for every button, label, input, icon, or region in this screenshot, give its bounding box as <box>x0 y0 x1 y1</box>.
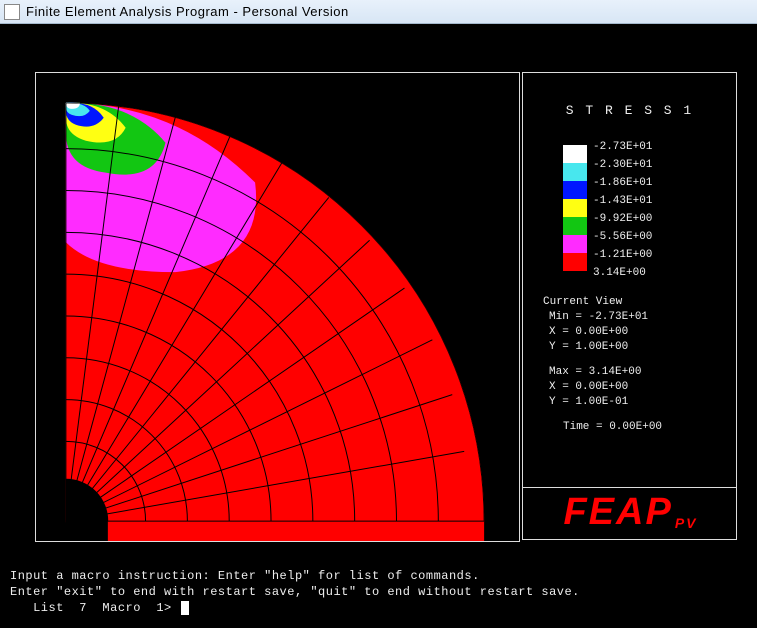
view-time: Time = 0.00E+00 <box>543 420 662 435</box>
color-swatch <box>563 145 587 163</box>
color-swatch <box>563 253 587 271</box>
view-max-x: X = 0.00E+00 <box>543 380 662 395</box>
color-swatch <box>563 199 587 217</box>
graphics-canvas: S T R E S S 1 -2.73E+01-2.30E+01-1.86E+0… <box>0 24 757 564</box>
legend-panel: S T R E S S 1 -2.73E+01-2.30E+01-1.86E+0… <box>522 72 737 540</box>
color-scale-value: -1.43E+01 <box>593 192 652 210</box>
view-min-y: Y = 1.00E+00 <box>543 340 662 355</box>
text-cursor <box>181 601 189 615</box>
console-prompt-line[interactable]: List 7 Macro 1> <box>10 600 747 616</box>
fe-mesh-plot <box>36 73 519 541</box>
logo-text: FEAP <box>563 491 672 534</box>
color-scale-value: -2.73E+01 <box>593 138 652 156</box>
color-scale-bar <box>563 145 587 271</box>
color-scale-value: -1.21E+00 <box>593 246 652 264</box>
view-info: Current View Min = -2.73E+01 X = 0.00E+0… <box>543 295 662 435</box>
color-scale-value: 3.14E+00 <box>593 264 652 282</box>
app-icon <box>4 4 20 20</box>
color-scale-value: -5.56E+00 <box>593 228 652 246</box>
view-max: Max = 3.14E+00 <box>543 365 662 380</box>
logo-sub: PV <box>675 515 698 531</box>
window-title: Finite Element Analysis Program - Person… <box>26 4 349 19</box>
legend-title: S T R E S S 1 <box>523 103 736 118</box>
view-min: Min = -2.73E+01 <box>543 310 662 325</box>
color-swatch <box>563 163 587 181</box>
color-scale-value: -1.86E+01 <box>593 174 652 192</box>
color-scale-labels: -2.73E+01-2.30E+01-1.86E+01-1.43E+01-9.9… <box>593 138 652 282</box>
console-line: Input a macro instruction: Enter "help" … <box>10 568 747 584</box>
color-swatch <box>563 217 587 235</box>
view-min-x: X = 0.00E+00 <box>543 325 662 340</box>
console-line: Enter "exit" to end with restart save, "… <box>10 584 747 600</box>
view-max-y: Y = 1.00E-01 <box>543 395 662 410</box>
color-swatch <box>563 235 587 253</box>
app-logo: FEAPPV <box>523 487 736 537</box>
color-swatch <box>563 181 587 199</box>
color-scale-value: -9.92E+00 <box>593 210 652 228</box>
plot-frame <box>35 72 520 542</box>
color-scale-value: -2.30E+01 <box>593 156 652 174</box>
console-area[interactable]: Input a macro instruction: Enter "help" … <box>0 564 757 628</box>
view-heading: Current View <box>543 295 662 310</box>
window-titlebar: Finite Element Analysis Program - Person… <box>0 0 757 24</box>
console-prompt: List 7 Macro 1> <box>10 600 179 616</box>
